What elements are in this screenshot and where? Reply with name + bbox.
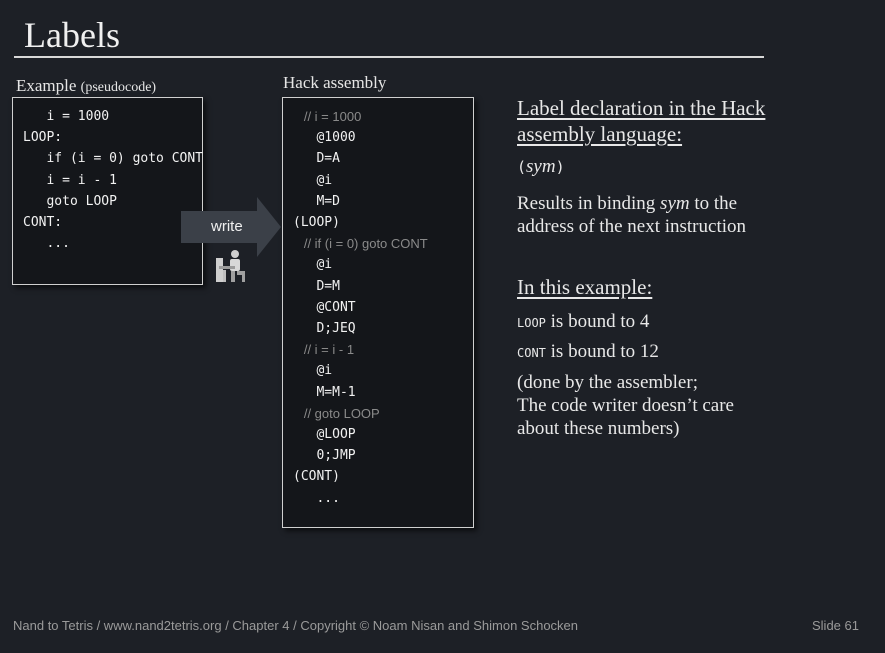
code-line: D=A bbox=[293, 151, 340, 167]
person-at-desk-icon bbox=[216, 250, 245, 282]
assembler-note: (done by the assembler; The code writer … bbox=[517, 372, 734, 439]
code-line: M=M-1 bbox=[293, 384, 356, 400]
footer-copyright: Nand to Tetris / www.nand2tetris.org / C… bbox=[13, 618, 579, 633]
code-line: @LOOP bbox=[293, 427, 356, 443]
title-divider bbox=[14, 56, 764, 58]
slide-title: Labels bbox=[24, 15, 120, 55]
pseudocode-line: i = i - 1 bbox=[23, 172, 117, 188]
code-line: (CONT) bbox=[293, 469, 340, 485]
comment-line: // i = 1000 bbox=[293, 109, 362, 124]
sym-syntax: (sym) bbox=[517, 156, 565, 177]
code-line: @i bbox=[293, 257, 333, 273]
code-line: D;JEQ bbox=[293, 321, 356, 337]
comment-line: // goto LOOP bbox=[293, 405, 380, 421]
pseudocode-line: ... bbox=[23, 236, 70, 252]
pseudocode-line: LOOP: bbox=[23, 130, 63, 146]
binding-description: Results in binding sym to the address of… bbox=[517, 193, 747, 237]
pseudocode-line: CONT: bbox=[23, 215, 63, 231]
example-caption: Example (pseudocode) bbox=[16, 76, 156, 96]
code-line: @1000 bbox=[293, 130, 356, 146]
comment-line: // if (i = 0) goto CONT bbox=[293, 236, 428, 252]
pseudocode-listing: i = 1000 LOOP: if (i = 0) goto CONT i = i… bbox=[23, 106, 203, 254]
pseudocode-line: goto LOOP bbox=[23, 193, 117, 209]
example-caption-small: (pseudocode) bbox=[80, 80, 157, 95]
write-label: write bbox=[211, 218, 243, 235]
label-declaration-heading: Label declaration in the Hack assembly l… bbox=[517, 96, 766, 146]
comment-line: // i = i - 1 bbox=[293, 342, 355, 358]
code-line: (LOOP) bbox=[293, 215, 340, 231]
slide-number: Slide 61 bbox=[812, 618, 859, 633]
code-line: @i bbox=[293, 363, 333, 379]
code-line: @CONT bbox=[293, 299, 356, 315]
code-line: 0;JMP bbox=[293, 448, 356, 464]
pseudocode-line: if (i = 0) goto CONT bbox=[23, 151, 204, 167]
example-heading: In this example: bbox=[517, 275, 653, 299]
code-line: D=M bbox=[293, 278, 340, 294]
pseudocode-line: i = 1000 bbox=[23, 109, 110, 124]
cont-binding: CONT is bound to 12 bbox=[517, 341, 659, 362]
example-caption-main: Example bbox=[16, 76, 77, 95]
code-line: ... bbox=[293, 490, 340, 506]
loop-binding: LOOP is bound to 4 bbox=[517, 311, 650, 332]
code-line: M=D bbox=[293, 193, 340, 209]
hack-assembly-listing: // i = 1000 @1000 D=A @i M=D (LOOP) // if… bbox=[293, 106, 428, 509]
code-line: @i bbox=[293, 172, 333, 188]
hack-caption: Hack assembly bbox=[283, 73, 387, 92]
